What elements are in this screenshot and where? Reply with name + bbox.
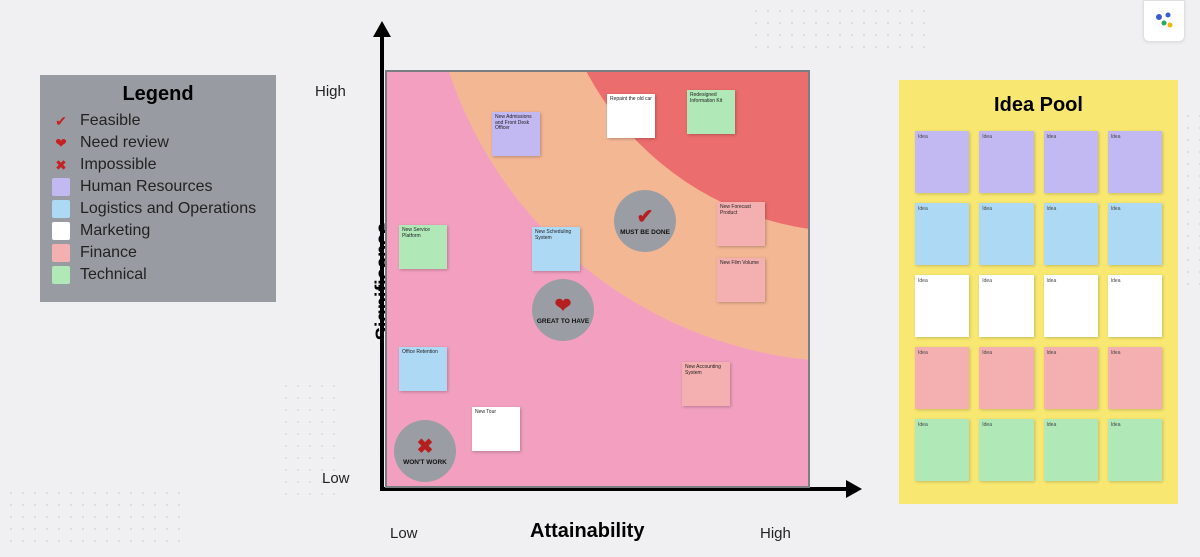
idea-pool-note[interactable]: Idea — [979, 275, 1033, 337]
zone-badge-wont: ✖ WON'T WORK — [394, 420, 456, 482]
brand-logo-button[interactable] — [1143, 0, 1185, 42]
legend-panel: Legend ✔ Feasible ❤ Need review ✖ Imposs… — [40, 75, 276, 302]
idea-pool-note[interactable]: Idea — [1108, 347, 1162, 409]
brand-logo-icon — [1152, 9, 1176, 33]
matrix-plot-area: ✔ MUST BE DONE ❤ GREAT TO HAVE ✖ WON'T W… — [385, 70, 810, 488]
idea-pool-note[interactable]: Idea — [915, 203, 969, 265]
sticky-note[interactable]: Redesigned Information Kit — [687, 90, 735, 134]
legend-label: Human Resources — [80, 178, 213, 196]
idea-pool-note[interactable]: Idea — [979, 203, 1033, 265]
y-tick-high: High — [315, 83, 346, 100]
zone-badge-must: ✔ MUST BE DONE — [614, 190, 676, 252]
legend-label: Need review — [80, 134, 169, 152]
idea-pool-panel: Idea Pool IdeaIdeaIdeaIdeaIdeaIdeaIdeaId… — [899, 80, 1178, 504]
sticky-note[interactable]: Office Retention — [399, 347, 447, 391]
check-icon: ✔ — [637, 206, 654, 228]
idea-pool-note[interactable]: Idea — [1044, 275, 1098, 337]
idea-pool-note[interactable]: Idea — [1044, 347, 1098, 409]
x-tick-high: High — [760, 525, 791, 542]
legend-title: Legend — [52, 83, 264, 106]
idea-pool-note[interactable]: Idea — [1044, 131, 1098, 193]
legend-swatch — [52, 178, 70, 196]
heart-icon: ❤ — [52, 134, 70, 152]
sticky-note[interactable]: New Tour — [472, 407, 520, 451]
sticky-note[interactable]: Repaint the old car — [607, 94, 655, 138]
cross-icon: ✖ — [52, 156, 70, 174]
idea-pool-note[interactable]: Idea — [979, 419, 1033, 481]
legend-status-review: ❤ Need review — [52, 134, 264, 152]
legend-label: Impossible — [80, 156, 156, 174]
idea-pool-note[interactable]: Idea — [1044, 203, 1098, 265]
sticky-note[interactable]: New Forecast Product — [717, 202, 765, 246]
sticky-note[interactable]: New Film Volume — [717, 258, 765, 302]
x-tick-low: Low — [390, 525, 418, 542]
cross-icon: ✖ — [417, 436, 434, 458]
legend-category-row: Finance — [52, 244, 264, 262]
idea-pool-note[interactable]: Idea — [1108, 131, 1162, 193]
idea-pool-note[interactable]: Idea — [1044, 419, 1098, 481]
legend-label: Technical — [80, 266, 147, 284]
idea-pool-note[interactable]: Idea — [915, 419, 969, 481]
legend-label: Feasible — [80, 112, 140, 130]
zone-badge-great: ❤ GREAT TO HAVE — [532, 279, 594, 341]
legend-swatch — [52, 244, 70, 262]
idea-pool-note[interactable]: Idea — [1108, 203, 1162, 265]
idea-pool-note[interactable]: Idea — [979, 347, 1033, 409]
idea-pool-grid: IdeaIdeaIdeaIdeaIdeaIdeaIdeaIdeaIdeaIdea… — [915, 131, 1162, 481]
sticky-note[interactable]: New Admissions and Front Desk Officer — [492, 112, 540, 156]
idea-pool-note[interactable]: Idea — [915, 347, 969, 409]
idea-pool-note[interactable]: Idea — [1108, 275, 1162, 337]
heart-icon: ❤ — [555, 295, 572, 317]
arrow-right-icon — [846, 480, 862, 498]
idea-pool-title: Idea Pool — [915, 94, 1162, 117]
check-icon: ✔ — [52, 112, 70, 130]
sticky-note[interactable]: New Scheduling System — [532, 227, 580, 271]
zone-label: GREAT TO HAVE — [537, 318, 589, 325]
legend-label: Logistics and Operations — [80, 200, 256, 218]
legend-swatch — [52, 222, 70, 240]
sticky-note[interactable]: New Accounting System — [682, 362, 730, 406]
legend-swatch — [52, 200, 70, 218]
decorative-dots — [5, 487, 185, 547]
legend-status-feasible: ✔ Feasible — [52, 112, 264, 130]
zone-label: WON'T WORK — [403, 459, 447, 466]
legend-category-row: Logistics and Operations — [52, 200, 264, 218]
legend-label: Finance — [80, 244, 137, 262]
idea-pool-note[interactable]: Idea — [915, 131, 969, 193]
idea-pool-note[interactable]: Idea — [915, 275, 969, 337]
y-tick-low: Low — [322, 470, 350, 487]
idea-pool-note[interactable]: Idea — [1108, 419, 1162, 481]
priority-matrix-chart: Significance Attainability High Low Low … — [340, 25, 850, 545]
legend-category-row: Marketing — [52, 222, 264, 240]
x-axis-label: Attainability — [530, 520, 644, 543]
legend-status-impossible: ✖ Impossible — [52, 156, 264, 174]
legend-label: Marketing — [80, 222, 150, 240]
legend-category-row: Human Resources — [52, 178, 264, 196]
idea-pool-note[interactable]: Idea — [979, 131, 1033, 193]
legend-category-row: Technical — [52, 266, 264, 284]
arrow-up-icon — [373, 21, 391, 37]
zone-label: MUST BE DONE — [620, 229, 670, 236]
sticky-note[interactable]: New Service Platform — [399, 225, 447, 269]
legend-swatch — [52, 266, 70, 284]
